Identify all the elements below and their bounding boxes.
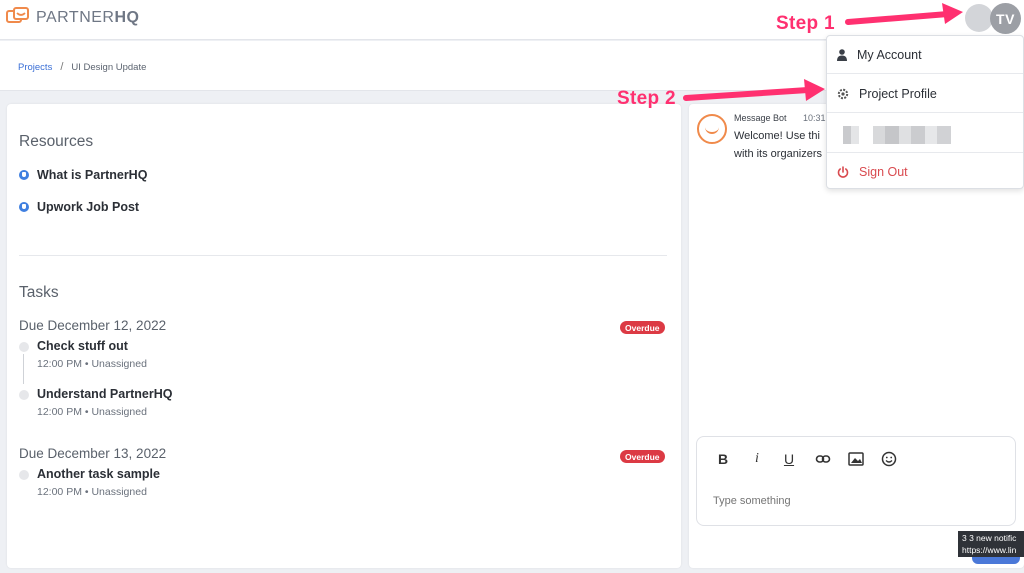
step-2-arrow-icon: [683, 79, 825, 101]
